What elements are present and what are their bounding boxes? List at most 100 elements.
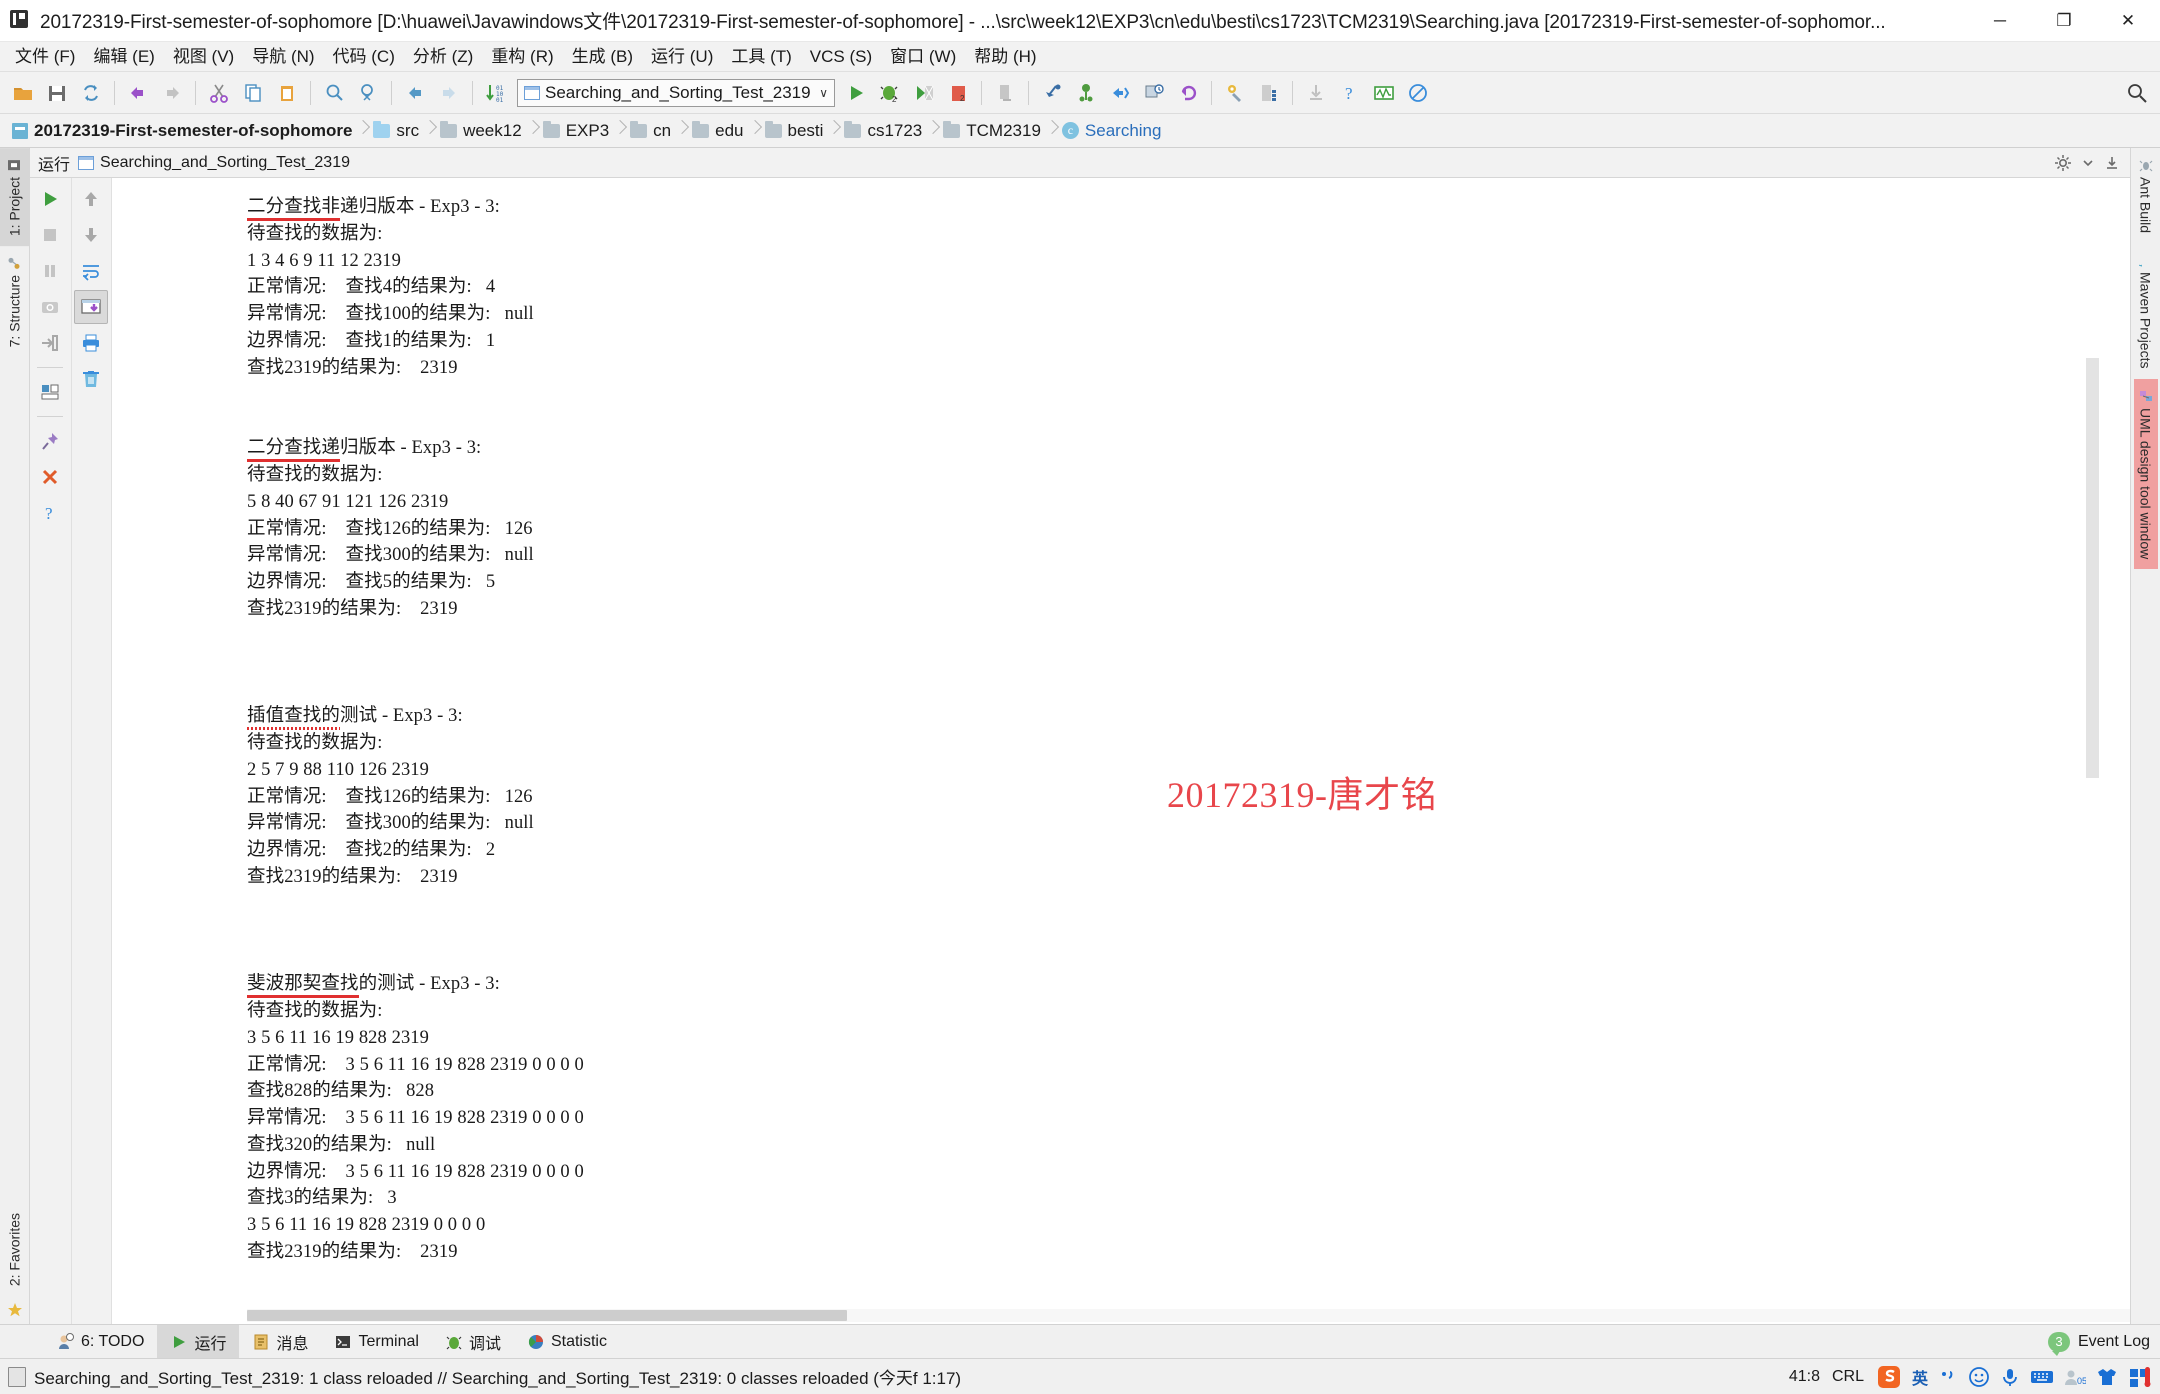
sidebar-item-uml-design-tool[interactable]: UML design tool window: [2133, 378, 2158, 569]
gear-icon[interactable]: [2054, 154, 2072, 172]
minimize-button[interactable]: ─: [1968, 0, 2032, 42]
breadcrumb-item-exp3[interactable]: EXP3: [539, 114, 613, 148]
console-underlined-link[interactable]: 斐波那契查找: [247, 974, 359, 994]
toggle-bookmark-icon[interactable]: [1069, 76, 1103, 110]
punctuation-icon[interactable]: [1938, 1367, 1958, 1387]
step-into-icon[interactable]: [1035, 76, 1069, 110]
cut-icon[interactable]: [202, 76, 236, 110]
open-folder-icon[interactable]: [6, 76, 40, 110]
pause-icon[interactable]: [33, 254, 67, 288]
caret-position[interactable]: 41:8: [1789, 1368, 1820, 1386]
menu-code[interactable]: 代码 (C): [324, 44, 404, 70]
step-out-icon[interactable]: [1103, 76, 1137, 110]
breadcrumb-item-tcm2319[interactable]: TCM2319: [939, 114, 1045, 148]
menu-view[interactable]: 视图 (V): [164, 44, 243, 70]
chevron-down-icon[interactable]: [2082, 157, 2094, 169]
hide-window-icon[interactable]: [2104, 155, 2120, 171]
update-app-icon[interactable]: [988, 76, 1022, 110]
console-underlined-link[interactable]: 二分查找递: [247, 438, 340, 458]
scroll-to-end-icon[interactable]: [74, 290, 109, 324]
breadcrumb-item-cs1723[interactable]: cs1723: [840, 114, 926, 148]
download-icon[interactable]: [1299, 76, 1333, 110]
breadcrumb-item-week12[interactable]: week12: [436, 114, 526, 148]
event-log-area[interactable]: 3 Event Log: [2047, 1331, 2160, 1356]
breadcrumb-item-besti[interactable]: besti: [761, 114, 828, 148]
clear-all-icon[interactable]: [74, 362, 108, 396]
debug-icon[interactable]: 2: [873, 76, 907, 110]
project-structure-icon[interactable]: [1252, 76, 1286, 110]
scrollbar-thumb[interactable]: [247, 1310, 847, 1321]
sidebar-item-maven-projects[interactable]: m Maven Projects: [2134, 243, 2158, 378]
profiler-icon[interactable]: [1367, 76, 1401, 110]
sync-remote-icon[interactable]: [1137, 76, 1171, 110]
sidebar-item-ant-build[interactable]: Ant Build: [2134, 148, 2158, 243]
emoji-icon[interactable]: [1968, 1366, 1990, 1388]
soft-wrap-icon[interactable]: [74, 254, 108, 288]
soft-keyboard-icon[interactable]: [2030, 1368, 2054, 1386]
tab-debug[interactable]: 调试: [432, 1325, 514, 1359]
stop-icon[interactable]: [33, 218, 67, 252]
replace-icon[interactable]: [351, 76, 385, 110]
run-icon[interactable]: [839, 76, 873, 110]
maximize-button[interactable]: ❐: [2032, 0, 2096, 42]
print-icon[interactable]: [74, 326, 108, 360]
close-button[interactable]: ✕: [2096, 0, 2160, 42]
run-coverage-icon[interactable]: [907, 76, 941, 110]
account-icon[interactable]: 05: [2064, 1367, 2086, 1387]
menu-analyze[interactable]: 分析 (Z): [404, 44, 482, 70]
line-separator[interactable]: CRL: [1832, 1368, 1864, 1386]
stop-icon[interactable]: 2: [941, 76, 975, 110]
layout-icon[interactable]: [33, 375, 67, 409]
camera-icon[interactable]: [33, 290, 67, 324]
menu-tools[interactable]: 工具 (T): [722, 44, 800, 70]
sogou-s-icon[interactable]: [1876, 1364, 1902, 1390]
settings-icon[interactable]: [1218, 76, 1252, 110]
breadcrumb-item-searching[interactable]: c Searching: [1058, 114, 1166, 148]
scrollbar-thumb[interactable]: [2086, 358, 2099, 778]
tab-statistic[interactable]: Statistic: [514, 1325, 620, 1359]
back-icon[interactable]: [398, 76, 432, 110]
menu-refactor[interactable]: 重构 (R): [482, 44, 562, 70]
tab-run[interactable]: 运行: [157, 1324, 240, 1359]
microphone-icon[interactable]: [2000, 1366, 2020, 1388]
menu-window[interactable]: 窗口 (W): [881, 44, 965, 70]
copy-icon[interactable]: [236, 76, 270, 110]
menu-vcs[interactable]: VCS (S): [801, 44, 881, 70]
status-window-icon[interactable]: [8, 1366, 26, 1387]
sync-icon[interactable]: [74, 76, 108, 110]
save-all-icon[interactable]: [40, 76, 74, 110]
breadcrumb-item-cn[interactable]: cn: [626, 114, 675, 148]
help-icon[interactable]: ?: [33, 496, 67, 530]
run-tab[interactable]: Searching_and_Sorting_Test_2319: [78, 154, 350, 172]
ime-mode-label[interactable]: 英: [1912, 1365, 1928, 1389]
paste-icon[interactable]: [270, 76, 304, 110]
menu-navigate[interactable]: 导航 (N): [243, 44, 323, 70]
menu-help[interactable]: 帮助 (H): [965, 44, 1045, 70]
breadcrumb-item-src[interactable]: src: [369, 114, 423, 148]
menu-edit[interactable]: 编辑 (E): [84, 44, 163, 70]
tab-todo[interactable]: 6: TODO: [44, 1325, 157, 1359]
run-configuration-selector[interactable]: Searching_and_Sorting_Test_2319 ∨: [517, 78, 835, 107]
forward-icon[interactable]: [432, 76, 466, 110]
revert-icon[interactable]: [1171, 76, 1205, 110]
menu-build[interactable]: 生成 (B): [563, 44, 642, 70]
redo-icon[interactable]: [155, 76, 189, 110]
skin-shirt-icon[interactable]: [2096, 1366, 2118, 1388]
menu-file[interactable]: 文件 (F): [6, 44, 84, 70]
find-icon[interactable]: [317, 76, 351, 110]
toolbox-icon[interactable]: [2128, 1365, 2152, 1389]
console-vertical-scrollbar[interactable]: [2086, 178, 2099, 1324]
tab-messages[interactable]: 消息: [239, 1325, 321, 1359]
scroll-down-icon[interactable]: [74, 218, 108, 252]
sidebar-item-favorites[interactable]: 2: Favorites: [0, 1203, 29, 1296]
help-icon[interactable]: ?: [1333, 76, 1367, 110]
console-horizontal-scrollbar[interactable]: [247, 1309, 2130, 1322]
breadcrumb-item-edu[interactable]: edu: [688, 114, 747, 148]
menu-run[interactable]: 运行 (U): [642, 44, 722, 70]
breadcrumb-item-project[interactable]: 20172319-First-semester-of-sophomore: [8, 114, 356, 148]
tab-terminal[interactable]: Terminal: [321, 1325, 431, 1359]
compile-icon[interactable]: 01 10 01: [479, 76, 513, 110]
rerun-icon[interactable]: [33, 182, 67, 216]
scroll-up-icon[interactable]: [74, 182, 108, 216]
pin-tab-icon[interactable]: [33, 424, 67, 458]
